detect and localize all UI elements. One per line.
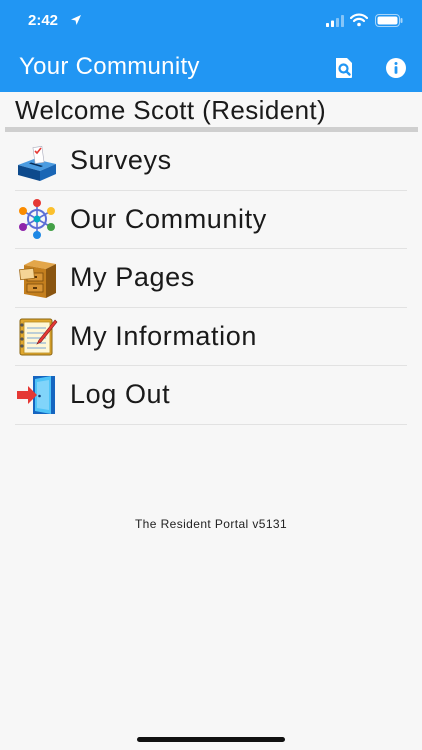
menu-item-my-information[interactable]: My Information [15,308,407,366]
cellular-signal-icon [326,15,344,27]
menu-item-label: My Information [70,320,257,351]
logout-door-icon [17,375,55,414]
search-page-icon [336,58,352,78]
wifi-icon [350,13,368,27]
home-indicator[interactable] [137,737,285,742]
search-page-button[interactable] [331,55,357,81]
battery-icon [375,14,403,27]
menu-item-label: Log Out [70,379,171,410]
menu-item-surveys[interactable]: Surveys [15,132,407,191]
menu-item-label: Our Community [70,203,267,234]
info-button[interactable] [383,55,409,81]
version-text: The Resident Portal v5131 [134,517,288,531]
app-title: Your Community [19,53,200,80]
status-time: 2:42 [28,12,59,29]
community-people-icon [19,199,55,240]
file-cabinet-icon [19,259,56,298]
status-bar: 2:42 [0,0,422,44]
info-icon [386,58,406,78]
main-menu: Surveys Our Community My Pages My Inform… [15,132,407,425]
location-arrow-icon [71,15,81,25]
menu-item-label: Surveys [70,145,172,176]
menu-item-our-community[interactable]: Our Community [15,191,407,249]
menu-item-label: My Pages [70,262,195,293]
menu-item-my-pages[interactable]: My Pages [15,249,407,308]
ballot-box-icon [18,145,56,181]
notepad-icon [19,318,58,356]
app-header: 2:42 Your Community [0,0,422,92]
menu-item-log-out[interactable]: Log Out [15,366,407,425]
welcome-heading: Welcome Scott (Resident) [15,95,327,125]
